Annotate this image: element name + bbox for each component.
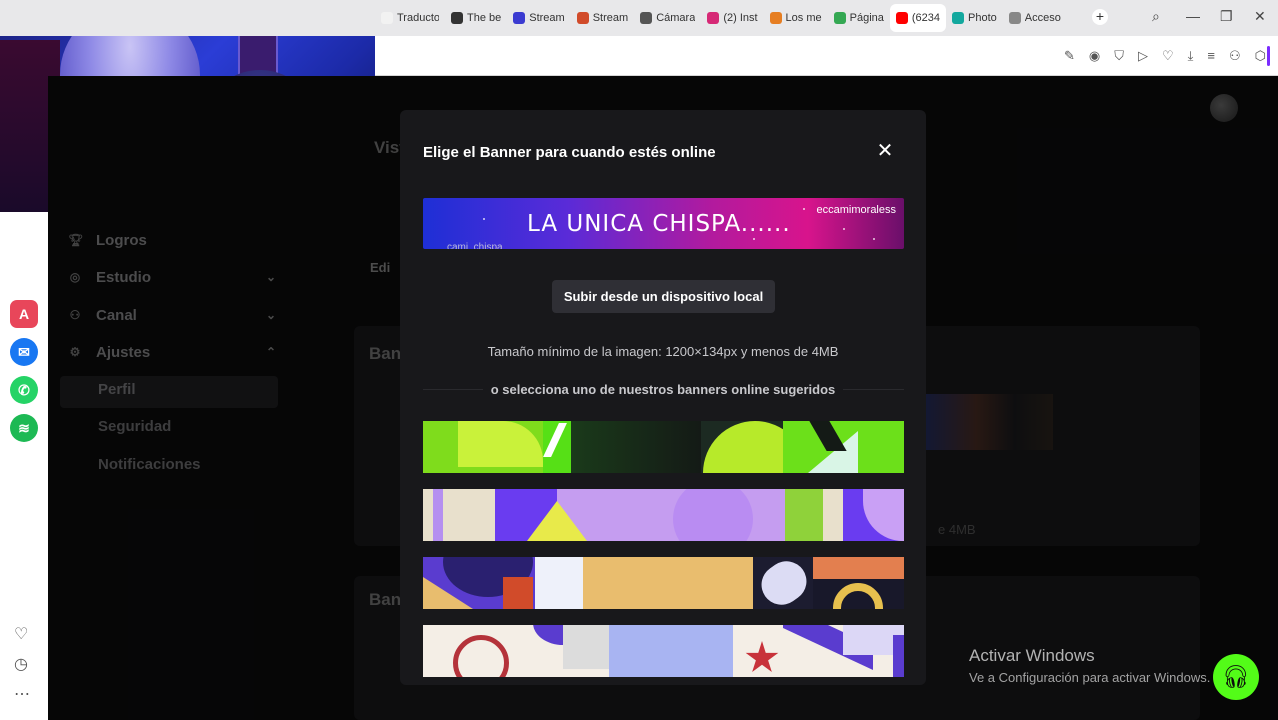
favorites-heart-icon[interactable]: ♡: [14, 624, 28, 644]
upload-local-button[interactable]: Subir desde un dispositivo local: [552, 280, 775, 313]
tab-favicon-icon: [513, 12, 526, 24]
image-size-note: Tamaño mínimo de la imagen: 1200×134px y…: [487, 344, 839, 359]
tab-title: Página: [849, 12, 884, 24]
extension-box-icon[interactable]: ⬡: [1255, 48, 1266, 64]
close-icon[interactable]: ✕: [874, 140, 896, 162]
more-dots-icon[interactable]: ⋯: [14, 684, 30, 704]
address-bar: ✎ ◉ ⛉ ▷ ♡ ⤓ ≡ ⚇ ⬡: [375, 36, 1278, 76]
browser-tab[interactable]: Los me: [764, 4, 828, 32]
download-icon[interactable]: ⤓: [1188, 48, 1194, 64]
tab-strip: Traducto The be Stream Stream Cámara (2) Inst…: [375, 4, 1067, 32]
browser-tab[interactable]: Acceso: [1003, 4, 1067, 32]
modal-title: Elige el Banner para cuando estés online: [423, 144, 716, 161]
tab-favicon-icon: [952, 12, 965, 24]
heart-icon[interactable]: ♡: [1162, 48, 1174, 64]
tab-favicon-icon: [640, 12, 653, 24]
search-tabs-icon[interactable]: ⌕: [1152, 8, 1160, 25]
tab-title: Los me: [785, 12, 822, 24]
suggested-banner-green[interactable]: [423, 421, 904, 473]
browser-tab[interactable]: (2) Inst: [701, 4, 763, 32]
banner-modal: Elige el Banner para cuando estés online…: [400, 110, 926, 685]
menu-icon[interactable]: ≡: [1207, 48, 1215, 64]
close-window-icon[interactable]: ✕: [1254, 8, 1266, 25]
browser-tab[interactable]: Photo: [946, 4, 1003, 32]
tab-title: Traducto: [397, 12, 439, 24]
browser-side-panel: A ✉ ✆ ≋ ♡ ◷ ⋯: [0, 212, 48, 720]
tab-title: Cámara: [656, 12, 696, 24]
profile-icon[interactable]: ⚇: [1229, 48, 1241, 64]
tab-title: (6234: [911, 12, 941, 24]
messenger-icon[interactable]: ✉: [10, 338, 38, 366]
suggested-banner-orange[interactable]: [423, 557, 904, 609]
whatsapp-icon[interactable]: ✆: [10, 376, 38, 404]
browser-tab[interactable]: Cámara: [634, 4, 701, 32]
browser-tab[interactable]: Página: [828, 4, 890, 32]
shield-icon[interactable]: ⛉: [1114, 48, 1124, 64]
headset-icon: 🎧︎: [1222, 664, 1250, 689]
new-tab-button[interactable]: +: [1092, 9, 1108, 25]
tab-favicon-icon: [833, 12, 846, 24]
current-banner-text: LA UNICA CHISPA......: [527, 211, 791, 237]
tab-favicon-icon: [769, 12, 782, 24]
browser-tab[interactable]: Stream: [507, 4, 570, 32]
tab-title: The be: [467, 12, 502, 24]
history-clock-icon[interactable]: ◷: [14, 654, 28, 674]
activate-windows-subtitle: Ve a Configuración para activar Windows.: [969, 670, 1211, 685]
toolbar-icons: ✎ ◉ ⛉ ▷ ♡ ⤓ ≡ ⚇ ⬡: [1064, 48, 1266, 64]
aria-app-icon[interactable]: A: [10, 300, 38, 328]
tab-title: Photo: [968, 12, 997, 24]
suggested-banners-text: o selecciona uno de nuestros banners onl…: [482, 382, 844, 397]
tab-title: Stream: [529, 12, 565, 24]
tab-title: (2) Inst: [723, 12, 758, 24]
minimize-icon[interactable]: —: [1186, 8, 1200, 24]
browser-tab-bar: Traducto The be Stream Stream Cámara (2) Inst…: [0, 0, 1278, 36]
browser-tab[interactable]: Traducto: [375, 4, 445, 32]
current-banner-preview: LA UNICA CHISPA...... eccamimoraless cam…: [423, 198, 904, 249]
tab-favicon-icon: [1008, 12, 1021, 24]
tab-favicon-icon: [707, 12, 720, 24]
tab-title: Acceso: [1024, 12, 1061, 24]
edit-icon[interactable]: ✎: [1064, 48, 1075, 64]
suggested-banners-label: o selecciona uno de nuestros banners onl…: [400, 382, 926, 397]
suggested-banner-purple[interactable]: [423, 489, 904, 541]
suggested-banner-cream[interactable]: [423, 625, 904, 677]
tab-favicon-icon: [451, 12, 463, 24]
tab-title: Stream: [592, 12, 629, 24]
browser-accent-bar: [1267, 46, 1270, 66]
browser-tab[interactable]: (6234: [889, 4, 947, 32]
activate-windows-title: Activar Windows: [969, 646, 1095, 665]
browser-tab[interactable]: The be: [445, 4, 507, 32]
camera-icon[interactable]: ◉: [1089, 48, 1100, 64]
browser-tab[interactable]: Stream: [571, 4, 634, 32]
tab-favicon-icon: [381, 12, 393, 24]
current-banner-subtext: cami_chispa: [447, 242, 503, 249]
tab-favicon-icon: [576, 12, 589, 24]
spotify-icon[interactable]: ≋: [10, 414, 38, 442]
help-support-button[interactable]: 🎧︎: [1213, 654, 1259, 700]
current-banner-handle: eccamimoraless: [816, 204, 896, 216]
restore-icon[interactable]: ❐: [1220, 8, 1233, 25]
tab-favicon-icon: [895, 12, 908, 24]
play-icon[interactable]: ▷: [1138, 48, 1148, 64]
